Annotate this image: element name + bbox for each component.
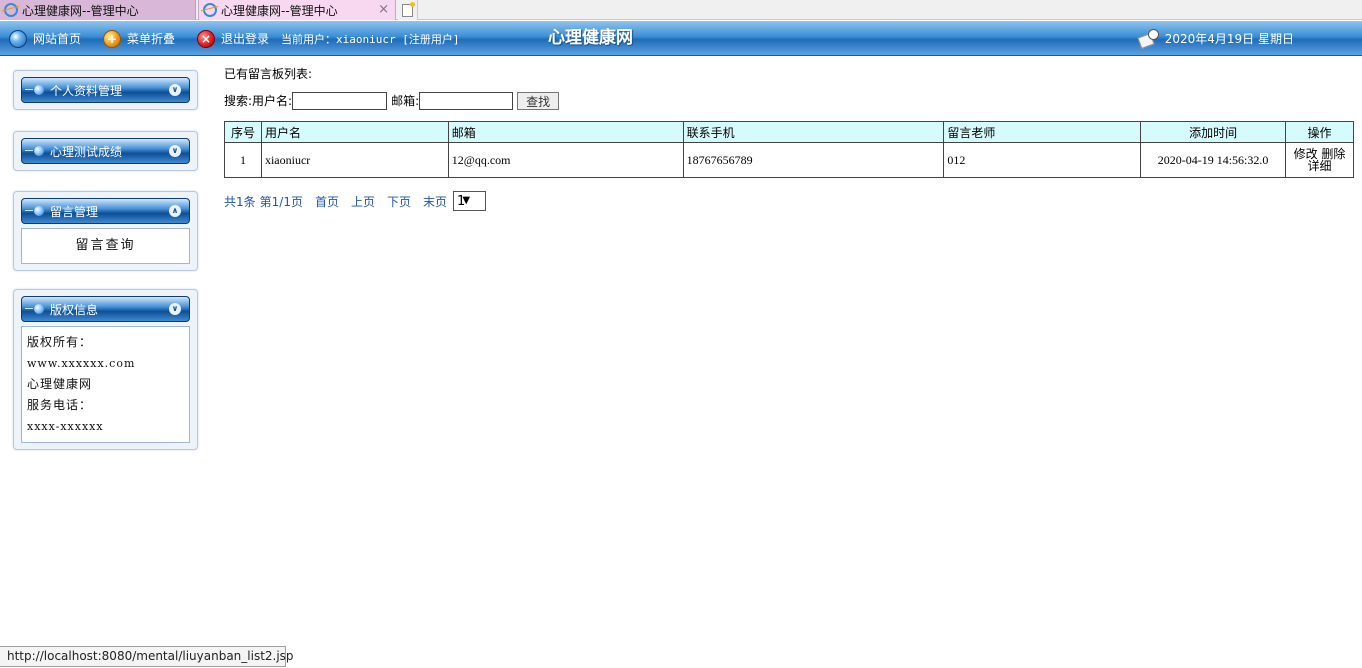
messages-menu: 留言查询: [21, 228, 190, 264]
email-search-input[interactable]: [419, 91, 514, 110]
fold-label: 菜单折叠: [127, 32, 176, 46]
browser-tab-2[interactable]: 心理健康网--管理中心 ×: [198, 0, 396, 20]
date-text: 2020年4月19日 星期日: [1164, 32, 1294, 46]
message-table: 序号 用户名 邮箱 联系手机 留言老师 添加时间 操作 1 xiaoniucr …: [224, 121, 1354, 178]
pager-total: 共1条: [224, 194, 256, 209]
globe-icon: [9, 29, 27, 48]
cell-username: xiaoniucr: [260, 142, 449, 178]
panel-title: 版权信息: [50, 302, 99, 317]
site-title: 心理健康网: [548, 28, 633, 48]
sidebar-header-profile[interactable]: 个人资料管理 ∨: [21, 77, 190, 103]
copyright-phone: xxxx-xxxxxx: [27, 420, 104, 433]
sidebar-panel-messages: 留言管理 ∧ 留言查询: [13, 191, 198, 271]
copyright-phone-label: 服务电话：: [27, 398, 93, 412]
browser-tab-1[interactable]: 心理健康网--管理中心: [0, 0, 196, 20]
site-header: 网站首页 + 菜单折叠 × 退出登录 当前用户：xiaoniucr [注册用户]…: [0, 21, 1362, 56]
bullet-icon: [25, 206, 44, 216]
current-user-text: 当前用户：xiaoniucr [注册用户]: [281, 32, 460, 46]
cell-actions: 修改 删除 详细: [1285, 142, 1354, 178]
browser-status-bar: http://localhost:8080/mental/liuyanban_l…: [0, 646, 294, 667]
cell-phone: 18767656789: [682, 142, 945, 178]
panel-title: 心理测试成绩: [50, 144, 123, 159]
copyright-line: 版权所有：: [27, 335, 93, 349]
panel-title: 个人资料管理: [50, 83, 123, 98]
bullet-icon: [25, 146, 44, 156]
bullet-icon: [25, 304, 44, 314]
copyright-site-name: 心理健康网: [27, 377, 93, 391]
chevron-down-icon: ▼: [462, 195, 471, 206]
cell-added-time: 2020-04-19 14:56:32.0: [1140, 142, 1287, 178]
fold-icon: +: [103, 29, 121, 48]
close-tab-icon[interactable]: ×: [378, 2, 389, 17]
logout-link[interactable]: × 退出登录: [197, 21, 269, 56]
cell-email: 12@qq.com: [447, 142, 684, 178]
sidebar-panel-copyright: 版权信息 ∨ 版权所有： www.xxxxxx.com 心理健康网 服务电话： …: [13, 289, 198, 450]
pager-next-link[interactable]: 下页: [387, 193, 411, 210]
search-button[interactable]: 查找: [517, 91, 560, 110]
ie-icon: [203, 3, 217, 17]
column-header-index: 序号: [224, 121, 262, 143]
copyright-info: 版权所有： www.xxxxxx.com 心理健康网 服务电话： xxxx-xx…: [21, 326, 190, 443]
ie-icon: [4, 3, 18, 17]
detail-link[interactable]: 详细: [1308, 159, 1332, 173]
current-user: 当前用户：xiaoniucr [注册用户]: [281, 21, 459, 56]
copyright-website: www.xxxxxx.com: [27, 357, 136, 370]
column-header-actions: 操作: [1285, 121, 1354, 143]
username-label: 用户名:: [252, 94, 293, 108]
sidebar-header-copyright[interactable]: 版权信息 ∨: [21, 296, 190, 322]
browser-tab-title: 心理健康网--管理中心: [221, 3, 338, 18]
page-select[interactable]: 1 ▼: [453, 191, 487, 211]
table-row: 1 xiaoniucr 12@qq.com 18767656789 012 20…: [224, 142, 1354, 178]
column-header-added-time: 添加时间: [1140, 121, 1287, 143]
sidebar-panel-profile: 个人资料管理 ∨: [13, 70, 198, 110]
chevron-up-icon[interactable]: ∧: [169, 205, 181, 217]
pager-prev-link[interactable]: 上页: [351, 193, 375, 210]
browser-tab-title: 心理健康网--管理中心: [22, 3, 139, 18]
column-header-username: 用户名: [260, 121, 449, 143]
pager-page-info: 第1/1页: [259, 194, 303, 209]
new-tab-button[interactable]: [398, 0, 418, 20]
username-search-input[interactable]: [292, 91, 388, 110]
chevron-down-icon[interactable]: ∨: [169, 145, 181, 157]
bullet-icon: [25, 85, 44, 95]
column-header-phone: 联系手机: [682, 121, 945, 143]
date-display: 2020年4月19日 星期日: [1137, 21, 1294, 56]
panel-title: 留言管理: [50, 204, 99, 219]
sidebar-item-message-query[interactable]: 留言查询: [22, 229, 189, 263]
pager-last-link[interactable]: 末页: [423, 193, 447, 210]
search-prefix: 搜索:: [224, 94, 253, 108]
logout-label: 退出登录: [221, 32, 270, 46]
search-form: 搜索: 用户名: 邮箱: 查找: [224, 91, 560, 110]
logout-icon: ×: [197, 29, 215, 48]
cell-teacher: 012: [943, 142, 1142, 178]
sidebar-header-test-scores[interactable]: 心理测试成绩 ∨: [21, 138, 190, 164]
menu-fold-link[interactable]: + 菜单折叠: [103, 21, 175, 56]
sidebar-panel-test-scores: 心理测试成绩 ∨: [13, 131, 198, 171]
column-header-email: 邮箱: [447, 121, 684, 143]
home-label: 网站首页: [33, 32, 82, 46]
browser-tab-strip: 心理健康网--管理中心 心理健康网--管理中心 ×: [0, 0, 1362, 20]
new-tab-icon: [402, 1, 415, 17]
home-link[interactable]: 网站首页: [9, 21, 81, 56]
pager-first-link[interactable]: 首页: [315, 193, 339, 210]
table-header-row: 序号 用户名 邮箱 联系手机 留言老师 添加时间 操作: [224, 121, 1354, 143]
email-label: 邮箱:: [391, 94, 420, 108]
calendar-clock-icon: [1137, 28, 1159, 49]
chevron-down-icon[interactable]: ∨: [169, 84, 181, 96]
page-title: 已有留言板列表:: [224, 67, 313, 81]
chevron-down-icon[interactable]: ∨: [169, 303, 181, 315]
sidebar-header-messages[interactable]: 留言管理 ∧: [21, 198, 190, 224]
pagination: 共1条 第1/1页 首页 上页 下页 末页 1 ▼: [224, 191, 487, 211]
column-header-teacher: 留言老师: [943, 121, 1142, 143]
cell-index: 1: [224, 142, 262, 178]
